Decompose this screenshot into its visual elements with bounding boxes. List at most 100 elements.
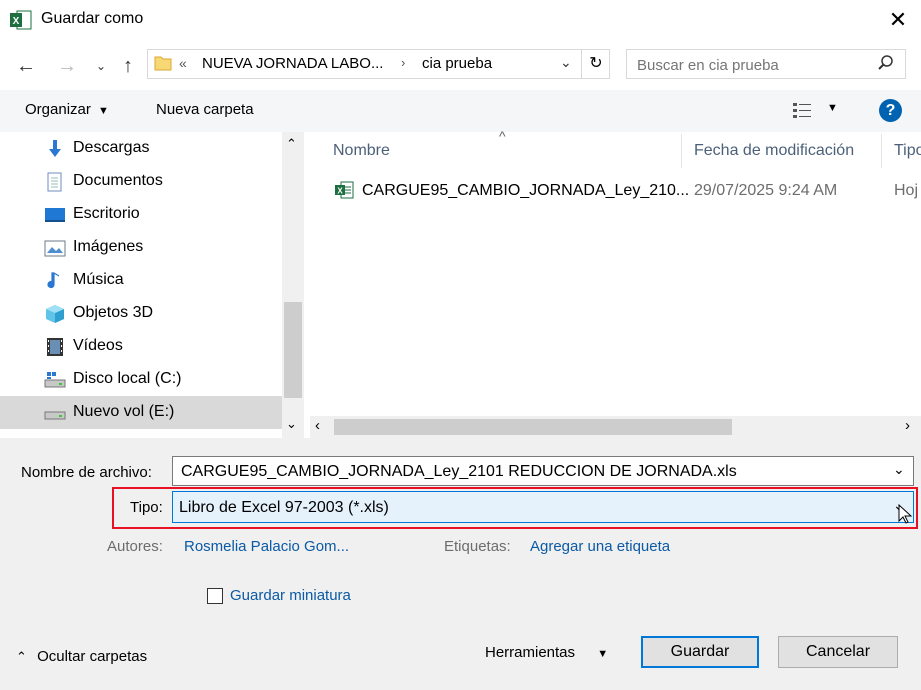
nav-item-label: Disco local (C:) [73,370,182,387]
nav-item-label: Nuevo vol (E:) [73,403,175,420]
nav-item-videos[interactable]: Vídeos [0,330,282,363]
scroll-up-icon[interactable]: ⌃ [286,136,297,152]
desktop-icon [44,205,66,225]
column-divider [881,134,882,168]
chevron-up-icon: ⌃ [16,649,27,664]
videos-icon [44,337,66,357]
column-header-type[interactable]: Tipo [894,142,921,160]
column-header-date[interactable]: Fecha de modificación [694,142,854,160]
command-bar [0,90,921,132]
scroll-thumb[interactable] [334,419,732,435]
nav-item-documentos[interactable]: Documentos [0,165,282,198]
file-name: CARGUE95_CAMBIO_JORNADA_Ley_210... [362,182,690,199]
authors-link[interactable]: Rosmelia Palacio Gom... [184,538,349,555]
up-button[interactable]: ↑ [116,54,140,78]
chevron-down-icon[interactable]: ⌄ [893,461,905,478]
new-folder-button[interactable]: Nueva carpeta [156,101,254,118]
chevron-down-icon[interactable]: ⌄ [560,54,572,71]
up-arrow-icon: ↑ [123,55,133,77]
file-type: Hoj [894,182,919,199]
chevron-down-icon: ⌄ [95,59,107,73]
scroll-down-icon[interactable]: ⌄ [286,416,297,432]
nav-item-label: Objetos 3D [73,304,154,321]
nav-scrollbar[interactable]: ⌃ ⌄ [282,132,304,438]
details-view-icon [793,103,811,118]
nav-item-escritorio[interactable]: Escritorio [0,198,282,231]
overflow-indicator[interactable]: « [179,55,187,71]
nav-item-label: Escritorio [73,205,140,222]
search-box[interactable] [626,49,906,79]
search-input[interactable] [635,53,869,77]
download-icon [44,139,66,159]
file-row[interactable]: X CARGUE95_CAMBIO_JORNADA_Ley_210... 29/… [330,176,921,204]
nav-item-label: Música [73,271,124,288]
hide-folders-button[interactable]: ⌃ Ocultar carpetas [16,648,147,665]
breadcrumb-segment[interactable]: NUEVA JORNADA LABO... [202,55,383,72]
nav-item-label: Documentos [73,172,163,189]
nav-item-label: Descargas [73,139,150,156]
cancel-button[interactable]: Cancelar [778,636,898,668]
filename-field[interactable]: CARGUE95_CAMBIO_JORNADA_Ley_2101 REDUCCI… [172,456,914,486]
folder-icon [154,55,172,71]
close-button[interactable]: ✕ [884,6,912,34]
horizontal-scrollbar[interactable]: ‹ › [310,416,921,438]
organize-label: Organizar [25,101,91,118]
file-list: ^ Nombre Fecha de modificación Tipo X CA… [304,128,921,438]
drive-icon [44,403,66,423]
dropdown-arrow-icon: ▼ [827,102,838,114]
window-title: Guardar como [41,10,144,27]
forward-arrow-icon: → [57,55,77,77]
excel-icon: X [10,10,32,30]
help-icon[interactable]: ? [879,99,902,122]
authors-label: Autores: [107,538,163,555]
recent-locations-button[interactable]: ⌄ [89,54,113,78]
nav-item-nuevo-vol[interactable]: Nuevo vol (E:) [0,396,282,429]
back-button[interactable]: ← [14,54,38,78]
tags-link[interactable]: Agregar una etiqueta [530,538,670,555]
search-icon[interactable] [876,53,896,73]
forward-button[interactable]: → [55,54,79,78]
svg-text:X: X [337,187,343,196]
music-icon [44,271,66,291]
nav-item-label: Imágenes [73,238,144,255]
save-button[interactable]: Guardar [641,636,759,668]
view-options-button[interactable]: ▼ [791,100,841,122]
tools-label: Herramientas [485,644,576,661]
nav-item-objetos-3d[interactable]: Objetos 3D [0,297,282,330]
scroll-thumb[interactable] [284,302,302,398]
type-label: Tipo: [130,499,163,516]
hide-folders-label: Ocultar carpetas [37,648,148,665]
navigation-pane: Descargas Documentos Escritorio Imágenes… [0,132,282,438]
file-date: 29/07/2025 9:24 AM [694,182,838,199]
nav-item-label: Vídeos [73,337,123,354]
back-arrow-icon: ← [16,55,36,77]
filename-label: Nombre de archivo: [21,464,152,481]
dropdown-arrow-icon: ▼ [597,648,609,660]
type-value: Libro de Excel 97-2003 (*.xls) [179,499,389,516]
tools-button[interactable]: Herramientas ▼ [485,644,608,661]
nav-item-disco-local[interactable]: Disco local (C:) [0,363,282,396]
refresh-icon[interactable]: ↻ [581,50,610,78]
nav-item-descargas[interactable]: Descargas [0,132,282,165]
organize-button[interactable]: Organizar ▼ [25,101,109,118]
mouse-cursor-icon [897,503,913,524]
scroll-left-icon[interactable]: ‹ [315,417,320,434]
scroll-right-icon[interactable]: › [905,417,910,434]
breadcrumb-segment[interactable]: cia prueba [422,55,492,72]
address-bar[interactable]: « NUEVA JORNADA LABO... › cia prueba ⌄ ↻ [147,49,610,79]
local-disk-icon [44,370,66,390]
close-icon: ✕ [888,7,908,32]
nav-item-imagenes[interactable]: Imágenes [0,231,282,264]
filename-value[interactable]: CARGUE95_CAMBIO_JORNADA_Ley_2101 REDUCCI… [181,463,737,481]
excel-file-icon: X [334,180,354,200]
sort-ascending-icon: ^ [499,128,506,144]
save-thumbnail-label[interactable]: Guardar miniatura [230,587,351,604]
type-select[interactable]: Libro de Excel 97-2003 (*.xls) ⌄ [172,491,914,524]
pictures-icon [44,238,66,258]
nav-item-musica[interactable]: Música [0,264,282,297]
svg-text:X: X [13,16,20,27]
column-divider [681,134,682,168]
save-thumbnail-checkbox[interactable] [207,588,223,604]
column-header-name[interactable]: Nombre [333,142,390,160]
documents-icon [44,172,66,192]
